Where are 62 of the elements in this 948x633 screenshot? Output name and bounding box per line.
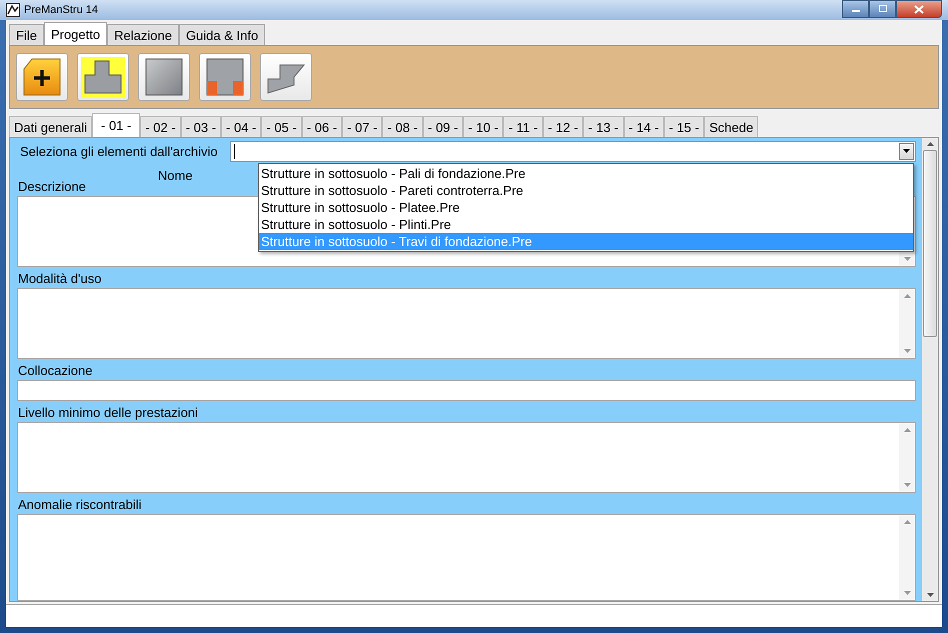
toolbar-button[interactable] [77, 53, 129, 101]
page-tab[interactable]: - 08 - [382, 116, 423, 137]
scroll-down-icon[interactable] [926, 593, 934, 597]
field-label: Nome [158, 168, 193, 183]
scroll-down-icon[interactable] [904, 591, 910, 595]
page-tab[interactable]: Schede [704, 116, 758, 137]
page-tab[interactable]: Dati generali [9, 116, 92, 137]
menu-tab[interactable]: Progetto [44, 22, 108, 45]
page-tab[interactable]: - 09 - [422, 116, 464, 137]
add-icon [22, 57, 62, 97]
dropdown-option[interactable]: Strutture in sottosuolo - Plinti.Pre [259, 216, 913, 233]
input-field[interactable] [17, 380, 916, 401]
scroll-up-icon[interactable] [904, 294, 910, 298]
page-tab[interactable]: - 07 - [342, 116, 382, 137]
maximize-button[interactable] [869, 0, 896, 18]
page-tab[interactable]: - 03 - [180, 116, 222, 137]
close-button[interactable] [896, 0, 942, 18]
page-tab[interactable]: - 11 - [503, 116, 543, 137]
dropdown-option[interactable]: Strutture in sottosuolo - Pali di fondazione.Pre [259, 165, 913, 182]
minimize-button[interactable] [842, 0, 869, 18]
close-icon [914, 4, 924, 14]
menu-tab[interactable]: Relazione [107, 24, 179, 45]
page-tab[interactable]: - 13 - [583, 116, 624, 137]
scroll-up-icon[interactable] [904, 520, 910, 524]
dropdown-option[interactable]: Strutture in sottosuolo - Platee.Pre [259, 199, 913, 216]
toolbar-button[interactable] [138, 53, 190, 101]
page-tab[interactable]: - 04 - [221, 116, 262, 137]
app-icon [6, 3, 20, 17]
scroll-down-icon[interactable] [904, 483, 910, 487]
scroll-up-icon[interactable] [926, 142, 934, 146]
menu-tab[interactable]: File [9, 24, 44, 45]
toolbar-button[interactable] [16, 53, 68, 101]
scroll-up-icon[interactable] [904, 428, 910, 432]
text-area[interactable] [17, 422, 916, 493]
page-tab[interactable]: - 14 - [624, 116, 664, 137]
field-label: Collocazione [18, 363, 92, 378]
menu-tab[interactable]: Guida & Info [178, 24, 266, 45]
text-area[interactable] [17, 288, 916, 359]
toolbar-button[interactable] [199, 53, 251, 101]
archive-dropdown[interactable] [230, 140, 916, 162]
field-label: Livello minimo delle prestazioni [18, 405, 198, 420]
scroll-down-icon[interactable] [904, 257, 910, 261]
page-tab[interactable]: - 02 - [140, 116, 181, 137]
maximize-icon [878, 5, 888, 13]
page-tab[interactable]: - 06 - [302, 116, 342, 137]
page-tab[interactable]: - 01 - [92, 113, 140, 137]
square-icon [144, 57, 184, 97]
foundation-icon [81, 57, 125, 97]
field-label: Descrizione [18, 179, 86, 194]
page-tab[interactable]: - 12 - [542, 116, 584, 137]
dropdown-option[interactable]: Strutture in sottosuolo - Pareti controterra.Pre [259, 182, 913, 199]
field-label: Anomalie riscontrabili [18, 497, 142, 512]
window-title: PreManStru 14 [24, 4, 98, 16]
page-tab[interactable]: - 15 - [664, 116, 704, 137]
portal-icon [205, 57, 245, 97]
field-label: Seleziona gli elementi dall'archivio [20, 144, 218, 158]
scroll-thumb[interactable] [923, 150, 937, 337]
scroll-down-icon[interactable] [904, 349, 910, 353]
text-area[interactable] [17, 514, 916, 601]
page-tab[interactable]: - 05 - [261, 116, 302, 137]
field-label: Modalità d'uso [18, 271, 102, 286]
page-tab[interactable]: - 10 - [463, 116, 504, 137]
